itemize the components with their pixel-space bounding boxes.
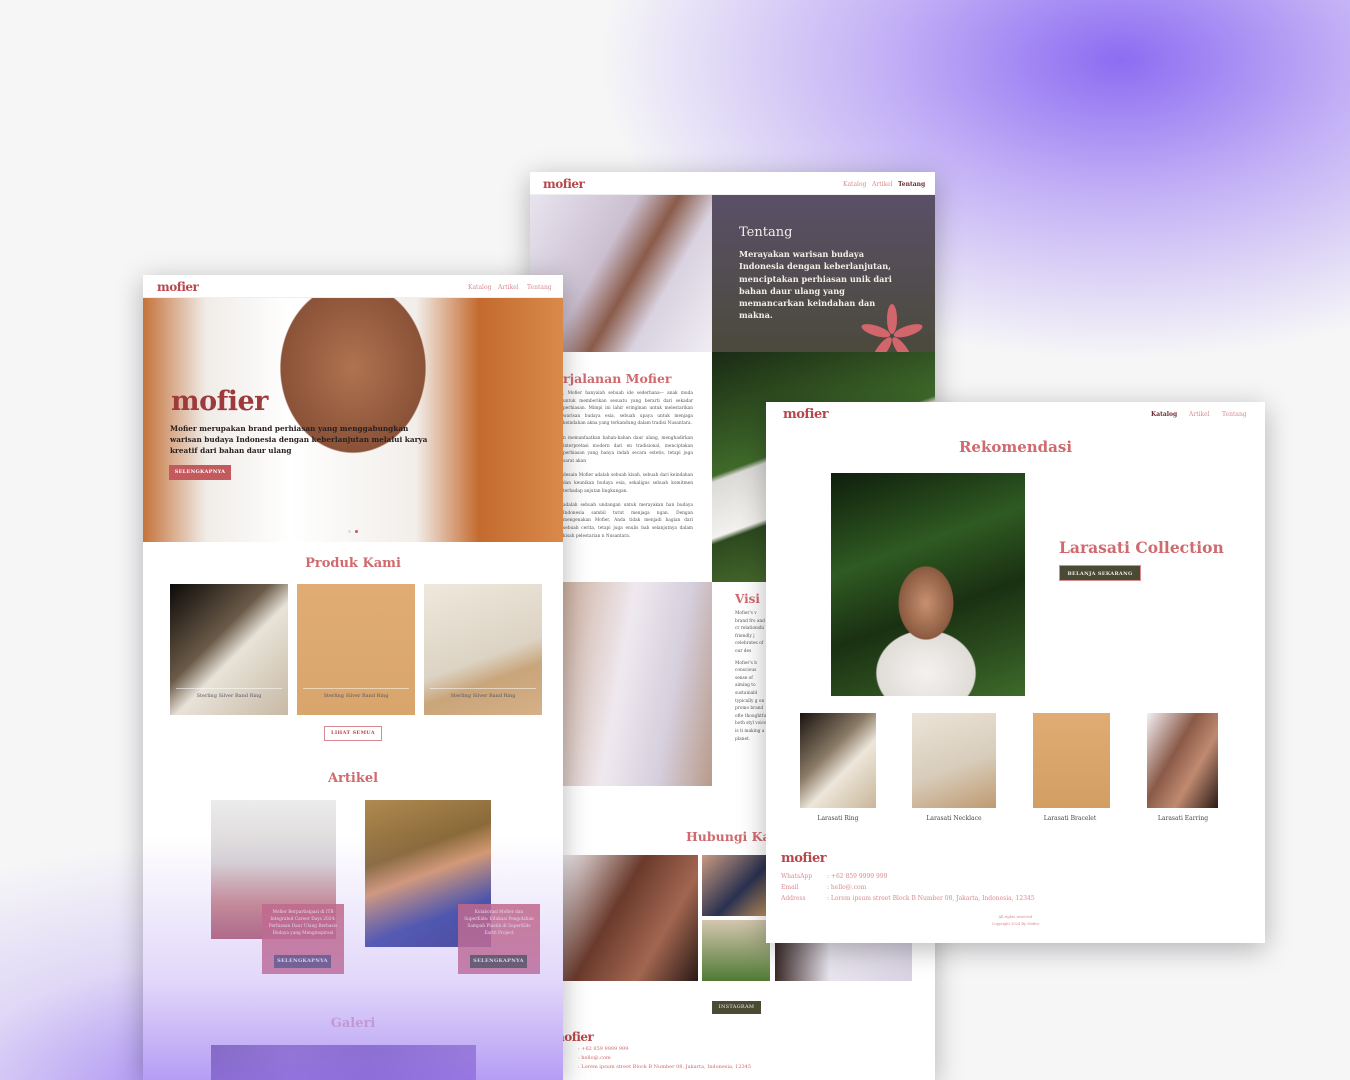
shop-now-button[interactable]: BELANJA SEKARANG <box>1059 565 1141 581</box>
footer-address: : Lorem ipsum street Block B Number 08, … <box>578 1064 752 1070</box>
footer-address-label: Address <box>781 895 806 902</box>
hero-logo: mofier <box>171 386 268 417</box>
item-name[interactable]: Larasati Bracelet <box>1020 815 1120 822</box>
vision-paragraph: Mofier's v brand fro and cr relationshi … <box>735 611 765 654</box>
footer-whatsapp: : +62 859 9999 999 <box>578 1046 629 1052</box>
product-card[interactable]: Sterling Silver Band Ring <box>297 584 415 715</box>
nav-tentang[interactable]: Tentang <box>898 181 925 188</box>
product-name: Sterling Silver Band Ring <box>430 688 536 699</box>
hero-photo-necklace: mofier Mofier merupakan brand perhiasan … <box>143 298 563 542</box>
article-read-more-button[interactable]: SELENGKAPNYA <box>470 955 527 968</box>
product-card[interactable]: Sterling Silver Band Ring <box>170 584 288 715</box>
hero-read-more-button[interactable]: SELENGKAPNYA <box>169 465 231 480</box>
nav-artikel[interactable]: Artikel <box>1189 411 1210 418</box>
footer-address: : Lorem ipsum street Block B Number 08, … <box>827 895 1035 902</box>
home-navbar: mofier Katalog Artikel Tentang <box>143 275 563 298</box>
photo-earring <box>563 855 698 981</box>
footer-email[interactable]: : hello@.com <box>827 884 866 891</box>
article-card: Mofier Berpartisipasi di ITB Integrated … <box>262 904 344 974</box>
item-photo-earring[interactable] <box>1147 713 1218 808</box>
photo-batik <box>702 855 766 916</box>
article-title: Mofier Berpartisipasi di ITB Integrated … <box>268 910 338 936</box>
instagram-button[interactable]: INSTAGRAM <box>712 1001 761 1014</box>
footer-whatsapp[interactable]: : +62 859 9999 999 <box>827 873 888 880</box>
photo-lace-model <box>563 582 712 786</box>
journey-paragraph: adalah sebuah undangan untuk merayakan h… <box>563 503 693 539</box>
footer-logo: mofier <box>781 851 827 866</box>
vision-paragraph: Mofier's b conscious sense of aiming to … <box>735 660 768 742</box>
product-card[interactable]: Sterling Silver Band Ring <box>424 584 542 715</box>
footer-contact: WhatsApp : +62 859 9999 999 Email : hello@… <box>781 871 1035 904</box>
collection-title: Larasati Collection <box>1059 538 1224 557</box>
item-photo-ring[interactable] <box>800 713 876 808</box>
nav-tentang[interactable]: Tentang <box>527 284 552 291</box>
footer-email: : hello@.com <box>578 1055 611 1061</box>
brand-logo[interactable]: mofier <box>157 280 199 294</box>
about-navbar: mofier Katalog Artikel Tentang <box>530 172 935 195</box>
catalog-page-mockup: mofier Katalog Artikel Tentang Rekomenda… <box>766 402 1265 943</box>
photo-window-plants <box>702 920 770 981</box>
footer-contact: : +62 859 9999 999 : hello@.com : Lorem … <box>578 1045 751 1072</box>
products-title: Produk Kami <box>305 556 401 571</box>
photo-lace-group <box>775 942 912 981</box>
nav-artikel[interactable]: Artikel <box>872 181 893 188</box>
catalog-navbar: mofier Katalog Artikel Tentang <box>766 402 1265 426</box>
nav-katalog[interactable]: Katalog <box>843 181 866 188</box>
contact-title: Hubungi Ka <box>686 829 771 844</box>
recommendation-title: Rekomendasi <box>958 438 1073 456</box>
rights-text: All rights reserved <box>998 915 1033 919</box>
article-title: Kolaborasi Mofier dan SuperKids: Edukasi… <box>464 910 534 936</box>
nav-tentang[interactable]: Tentang <box>1222 411 1247 418</box>
carousel-dots[interactable] <box>348 530 358 533</box>
journey-paragraph: , Mofier hanyalah sebuah ide sederhana— … <box>563 391 693 427</box>
copyright-text: Copyright 2024 By Mofier <box>991 922 1040 926</box>
article-card: Kolaborasi Mofier dan SuperKids: Edukasi… <box>458 904 540 974</box>
gallery-title: Galeri <box>330 1016 376 1031</box>
footer-whatsapp-label: WhatsApp <box>781 873 813 880</box>
hero-text: Mofier merupakan brand perhiasan yang me… <box>170 424 428 455</box>
nav-katalog[interactable]: Katalog <box>1151 411 1177 418</box>
item-name[interactable]: Larasati Earring <box>1133 815 1233 822</box>
journey-title: rjalanan Mofier <box>563 371 672 386</box>
journey-paragraph: desain Mofier adalah sebuah kisah, sebua… <box>563 473 693 494</box>
product-name: Sterling Silver Band Ring <box>303 688 409 699</box>
nav-katalog[interactable]: Katalog <box>468 284 491 291</box>
product-name: Sterling Silver Band Ring <box>176 688 282 699</box>
article-read-more-button[interactable]: SELENGKAPNYA <box>274 955 331 968</box>
journey-section: rjalanan Mofier , Mofier hanyalah sebuah… <box>563 352 712 582</box>
brand-logo[interactable]: mofier <box>543 177 585 191</box>
item-photo-necklace[interactable] <box>912 713 996 808</box>
brand-logo[interactable]: mofier <box>783 407 829 422</box>
about-hero-panel: Tentang Merayakan warisan budaya Indones… <box>712 195 935 363</box>
about-title: Tentang <box>739 225 793 240</box>
footer-email-label: Email <box>781 884 799 891</box>
item-name[interactable]: Larasati Ring <box>788 815 888 822</box>
collection-photo <box>831 473 1025 696</box>
item-name[interactable]: Larasati Necklace <box>904 815 1004 822</box>
item-photo-bracelet[interactable] <box>1033 713 1110 808</box>
journey-paragraph: n memanfaatkan bahan-bahan daur ulang, m… <box>563 435 693 464</box>
see-all-button[interactable]: LIHAT SEMUA <box>324 726 382 741</box>
nav-artikel[interactable]: Artikel <box>498 284 519 291</box>
gallery-strip <box>211 1045 476 1080</box>
copyright-block: All rights reserved Copyright 2024 By Mo… <box>766 914 1265 928</box>
articles-title: Artikel <box>327 771 379 786</box>
home-page-mockup: mofier Katalog Artikel Tentang mofier Mo… <box>143 275 563 1080</box>
